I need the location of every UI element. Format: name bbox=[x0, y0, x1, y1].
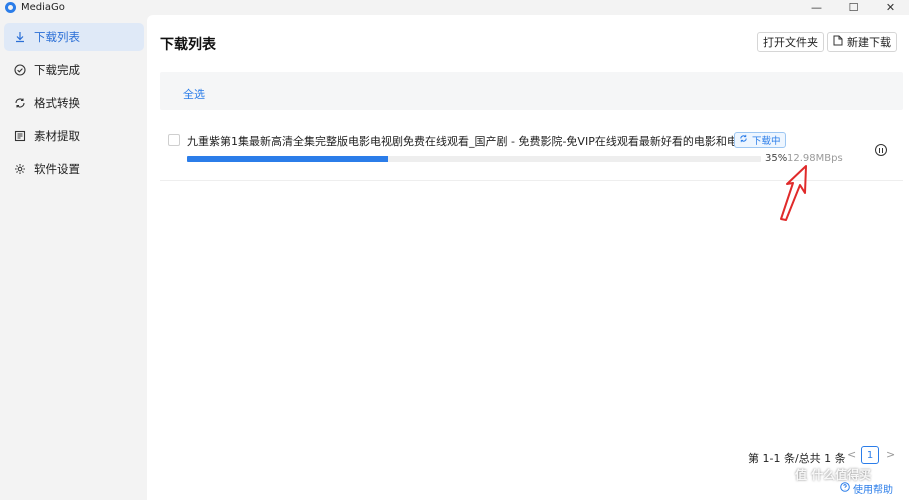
close-button[interactable]: ✕ bbox=[872, 0, 909, 15]
title-bar: MediaGo — ☐ ✕ bbox=[0, 0, 909, 15]
help-label: 使用帮助 bbox=[853, 485, 893, 496]
item-title: 九重紫第1集最新高清全集完整版电影电视剧免费在线观看_国产剧 - 免费影院-免V… bbox=[187, 135, 760, 148]
sidebar-item-download-list[interactable]: 下载列表 bbox=[4, 23, 144, 51]
new-download-button[interactable]: 新建下载 bbox=[827, 32, 897, 52]
download-speed: 12.98MBps bbox=[787, 153, 843, 164]
status-label: 下载中 bbox=[752, 136, 781, 147]
open-folder-button[interactable]: 打开文件夹 bbox=[757, 32, 824, 52]
sidebar-item-material-extract[interactable]: 素材提取 bbox=[4, 122, 144, 150]
select-all-link[interactable]: 全选 bbox=[183, 86, 205, 102]
pause-icon bbox=[878, 147, 881, 153]
pause-button[interactable] bbox=[875, 144, 887, 156]
gear-icon bbox=[14, 163, 26, 175]
sidebar-item-label: 格式转换 bbox=[34, 96, 80, 110]
sidebar-item-settings[interactable]: 软件设置 bbox=[4, 155, 144, 183]
sidebar-item-format-convert[interactable]: 格式转换 bbox=[4, 89, 144, 117]
progress-percent: 35% bbox=[765, 153, 788, 164]
status-badge: 下载中 bbox=[734, 132, 786, 148]
download-icon bbox=[14, 31, 26, 43]
extract-icon bbox=[14, 130, 26, 142]
loading-icon bbox=[739, 134, 748, 146]
watermark: 值 什么值得买 bbox=[795, 468, 872, 482]
pager-prev-button[interactable]: < bbox=[847, 448, 856, 461]
select-bar: 全选 bbox=[160, 72, 903, 110]
maximize-button[interactable]: ☐ bbox=[835, 0, 872, 15]
item-checkbox[interactable] bbox=[168, 134, 180, 146]
help-icon bbox=[840, 482, 850, 495]
window-controls: — ☐ ✕ bbox=[798, 0, 909, 15]
new-download-label: 新建下载 bbox=[847, 36, 891, 49]
sidebar-item-label: 软件设置 bbox=[34, 162, 80, 176]
mediago-logo-icon bbox=[5, 2, 16, 13]
sidebar-item-label: 下载完成 bbox=[34, 63, 80, 77]
list-item: 九重紫第1集最新高清全集完整版电影电视剧免费在线观看_国产剧 - 免费影院-免V… bbox=[160, 125, 903, 181]
app-title: MediaGo bbox=[21, 2, 65, 13]
pager-summary: 第 1-1 条/总共 1 条 bbox=[748, 452, 846, 465]
sidebar-item-label: 素材提取 bbox=[34, 129, 80, 143]
check-circle-icon bbox=[14, 64, 26, 76]
progress-fill bbox=[187, 156, 388, 162]
pause-icon-bar bbox=[881, 147, 884, 153]
page-title: 下载列表 bbox=[160, 37, 216, 53]
open-folder-label: 打开文件夹 bbox=[763, 36, 818, 49]
minimize-button[interactable]: — bbox=[798, 0, 835, 15]
sidebar-item-label: 下载列表 bbox=[34, 30, 80, 44]
convert-icon bbox=[14, 97, 26, 109]
pager-page-1[interactable]: 1 bbox=[861, 446, 879, 464]
pager-next-button[interactable]: > bbox=[886, 448, 895, 461]
progress-bar bbox=[187, 156, 761, 162]
help-link[interactable]: 使用帮助 bbox=[840, 481, 893, 496]
file-add-icon bbox=[833, 35, 843, 49]
sidebar: 下载列表 下载完成 格式转换 素材提取 软件设置 bbox=[0, 15, 147, 500]
main-panel: 下载列表 打开文件夹 新建下载 全选 九重紫第1集最新高清全集完整版电影电视剧免… bbox=[147, 15, 909, 500]
sidebar-item-download-complete[interactable]: 下载完成 bbox=[4, 56, 144, 84]
